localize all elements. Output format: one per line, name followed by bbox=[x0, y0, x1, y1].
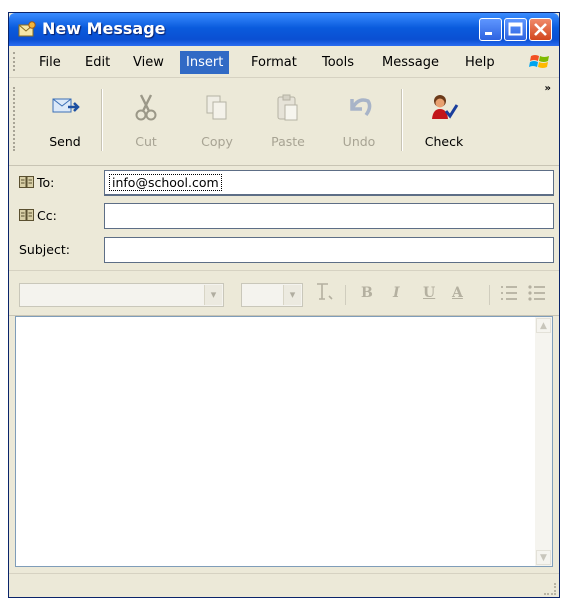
cc-row: Cc: bbox=[9, 203, 559, 231]
maximize-icon[interactable] bbox=[504, 18, 527, 41]
menu-format[interactable]: Format bbox=[247, 53, 301, 72]
format-separator bbox=[345, 285, 346, 305]
windows-logo-icon bbox=[529, 51, 551, 73]
chevron-down-icon: ▾ bbox=[283, 285, 301, 305]
toolbar-separator bbox=[101, 89, 103, 151]
font-color-button[interactable]: A bbox=[452, 285, 463, 301]
resize-grip-icon[interactable] bbox=[544, 583, 556, 595]
new-message-window: New Message File Edit View Insert Format… bbox=[8, 12, 560, 598]
menu-grip[interactable] bbox=[13, 52, 18, 71]
send-icon bbox=[35, 93, 95, 119]
address-book-icon bbox=[19, 176, 34, 188]
menu-file[interactable]: File bbox=[35, 53, 65, 72]
status-bar bbox=[9, 573, 559, 598]
menu-message[interactable]: Message bbox=[378, 53, 443, 72]
cut-icon bbox=[116, 93, 176, 123]
menu-help[interactable]: Help bbox=[461, 53, 499, 72]
underline-button[interactable]: U bbox=[423, 285, 435, 301]
close-icon[interactable] bbox=[529, 18, 552, 41]
undo-button[interactable]: Undo bbox=[329, 85, 389, 155]
formatting-toolbar: ▾ ▾ B I U A bbox=[9, 270, 559, 316]
subject-input[interactable] bbox=[104, 237, 554, 263]
italic-button[interactable]: I bbox=[393, 285, 400, 301]
to-value: info@school.com bbox=[109, 174, 222, 191]
copy-button[interactable]: Copy bbox=[187, 85, 247, 155]
scroll-down-icon[interactable]: ▼ bbox=[536, 550, 551, 565]
paste-icon bbox=[258, 93, 318, 123]
cut-label: Cut bbox=[135, 134, 157, 149]
to-input[interactable]: info@school.com bbox=[104, 170, 554, 196]
cc-label[interactable]: Cc: bbox=[19, 208, 57, 223]
send-button[interactable]: Send bbox=[35, 85, 95, 155]
menu-insert[interactable]: Insert bbox=[180, 51, 230, 74]
cc-input[interactable] bbox=[104, 203, 554, 229]
menu-bar: File Edit View Insert Format Tools Messa… bbox=[9, 46, 559, 78]
to-label[interactable]: To: bbox=[19, 175, 54, 190]
paste-label: Paste bbox=[271, 134, 305, 149]
bold-button[interactable]: B bbox=[361, 285, 373, 301]
send-label: Send bbox=[49, 134, 81, 149]
align-icon[interactable] bbox=[314, 281, 334, 307]
cut-button[interactable]: Cut bbox=[116, 85, 176, 155]
check-names-icon bbox=[414, 93, 474, 123]
undo-icon bbox=[329, 93, 389, 121]
minimize-icon[interactable] bbox=[479, 18, 502, 41]
undo-label: Undo bbox=[342, 134, 376, 149]
menu-tools[interactable]: Tools bbox=[318, 53, 358, 72]
window-icon bbox=[18, 21, 36, 37]
toolbar-grip[interactable] bbox=[13, 87, 18, 151]
subject-row: Subject: bbox=[9, 237, 559, 265]
check-button[interactable]: Check bbox=[414, 85, 474, 155]
format-separator bbox=[489, 285, 490, 305]
message-body[interactable]: ▲ ▼ bbox=[15, 316, 553, 567]
address-book-icon bbox=[19, 209, 34, 221]
title-bar[interactable]: New Message bbox=[9, 13, 559, 46]
window-title: New Message bbox=[42, 19, 166, 38]
font-name-select[interactable]: ▾ bbox=[19, 283, 224, 307]
copy-label: Copy bbox=[201, 134, 233, 149]
vertical-scrollbar[interactable]: ▲ ▼ bbox=[535, 317, 552, 566]
bulleted-list-icon[interactable] bbox=[527, 284, 547, 308]
font-size-select[interactable]: ▾ bbox=[241, 283, 303, 307]
numbered-list-icon[interactable] bbox=[499, 284, 519, 308]
cc-label-text: Cc: bbox=[37, 208, 57, 223]
to-row: To: info@school.com bbox=[9, 170, 559, 198]
subject-label: Subject: bbox=[19, 242, 70, 257]
chevron-down-icon: ▾ bbox=[204, 285, 222, 305]
to-label-text: To: bbox=[37, 175, 55, 190]
paste-button[interactable]: Paste bbox=[258, 85, 318, 155]
check-label: Check bbox=[424, 134, 464, 149]
copy-icon bbox=[187, 93, 247, 123]
toolbar-overflow-icon[interactable]: » bbox=[545, 83, 551, 94]
main-toolbar: Send Cut Copy Paste Undo Check » bbox=[9, 77, 559, 166]
menu-view[interactable]: View bbox=[129, 53, 168, 72]
scroll-up-icon[interactable]: ▲ bbox=[536, 318, 551, 333]
menu-edit[interactable]: Edit bbox=[81, 53, 114, 72]
toolbar-separator bbox=[401, 89, 403, 151]
